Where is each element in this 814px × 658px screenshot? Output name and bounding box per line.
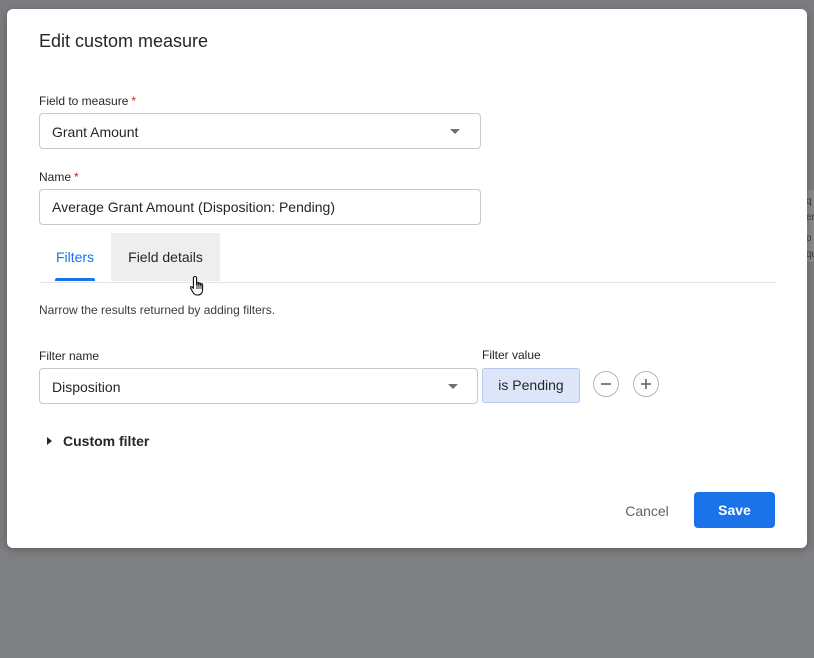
save-button[interactable]: Save <box>694 492 775 528</box>
remove-filter-button[interactable] <box>593 371 619 397</box>
filter-name-value: Disposition <box>52 379 121 395</box>
name-label-text: Name <box>39 170 72 184</box>
dialog-title: Edit custom measure <box>39 31 209 51</box>
background-text: q <box>806 196 812 207</box>
tab-filters-label: Filters <box>55 249 95 265</box>
edit-custom-measure-dialog: Edit custom measure Field to measure * Gr… <box>7 9 807 548</box>
minus-icon <box>601 383 611 385</box>
filter-value-label: Filter value <box>482 348 541 362</box>
filters-hint: Narrow the results returned by adding fi… <box>39 303 276 317</box>
filter-name-label: Filter name <box>39 349 100 363</box>
filter-value-chip[interactable]: is Pending <box>482 368 580 403</box>
hand-pointer-icon <box>189 275 204 296</box>
background-text: o <box>806 233 812 244</box>
tab-field-details-label: Field details <box>128 249 203 265</box>
tab-field-details[interactable]: Field details <box>111 233 220 281</box>
chevron-down-icon <box>450 129 460 134</box>
required-mark: * <box>74 170 79 184</box>
background-text: que <box>806 249 814 260</box>
cancel-button[interactable]: Cancel <box>611 493 683 529</box>
tab-bar: Filters Field details <box>39 233 776 283</box>
tab-filters[interactable]: Filters <box>39 233 111 281</box>
required-mark: * <box>131 94 137 108</box>
name-label: Name * <box>39 170 79 184</box>
active-tab-indicator <box>55 278 95 281</box>
background-text: ers <box>806 212 814 223</box>
caret-right-icon <box>47 437 52 445</box>
plus-icon <box>641 379 651 389</box>
field-to-measure-label: Field to measure * <box>39 94 136 108</box>
field-to-measure-value: Grant Amount <box>52 124 139 140</box>
name-input[interactable] <box>39 189 481 225</box>
custom-filter-label: Custom filter <box>63 433 150 449</box>
field-to-measure-select[interactable]: Grant Amount <box>39 113 481 149</box>
field-to-measure-label-text: Field to measure <box>39 94 129 108</box>
add-filter-button[interactable] <box>633 371 659 397</box>
filter-name-select[interactable]: Disposition <box>39 368 478 404</box>
chevron-down-icon <box>448 384 458 389</box>
